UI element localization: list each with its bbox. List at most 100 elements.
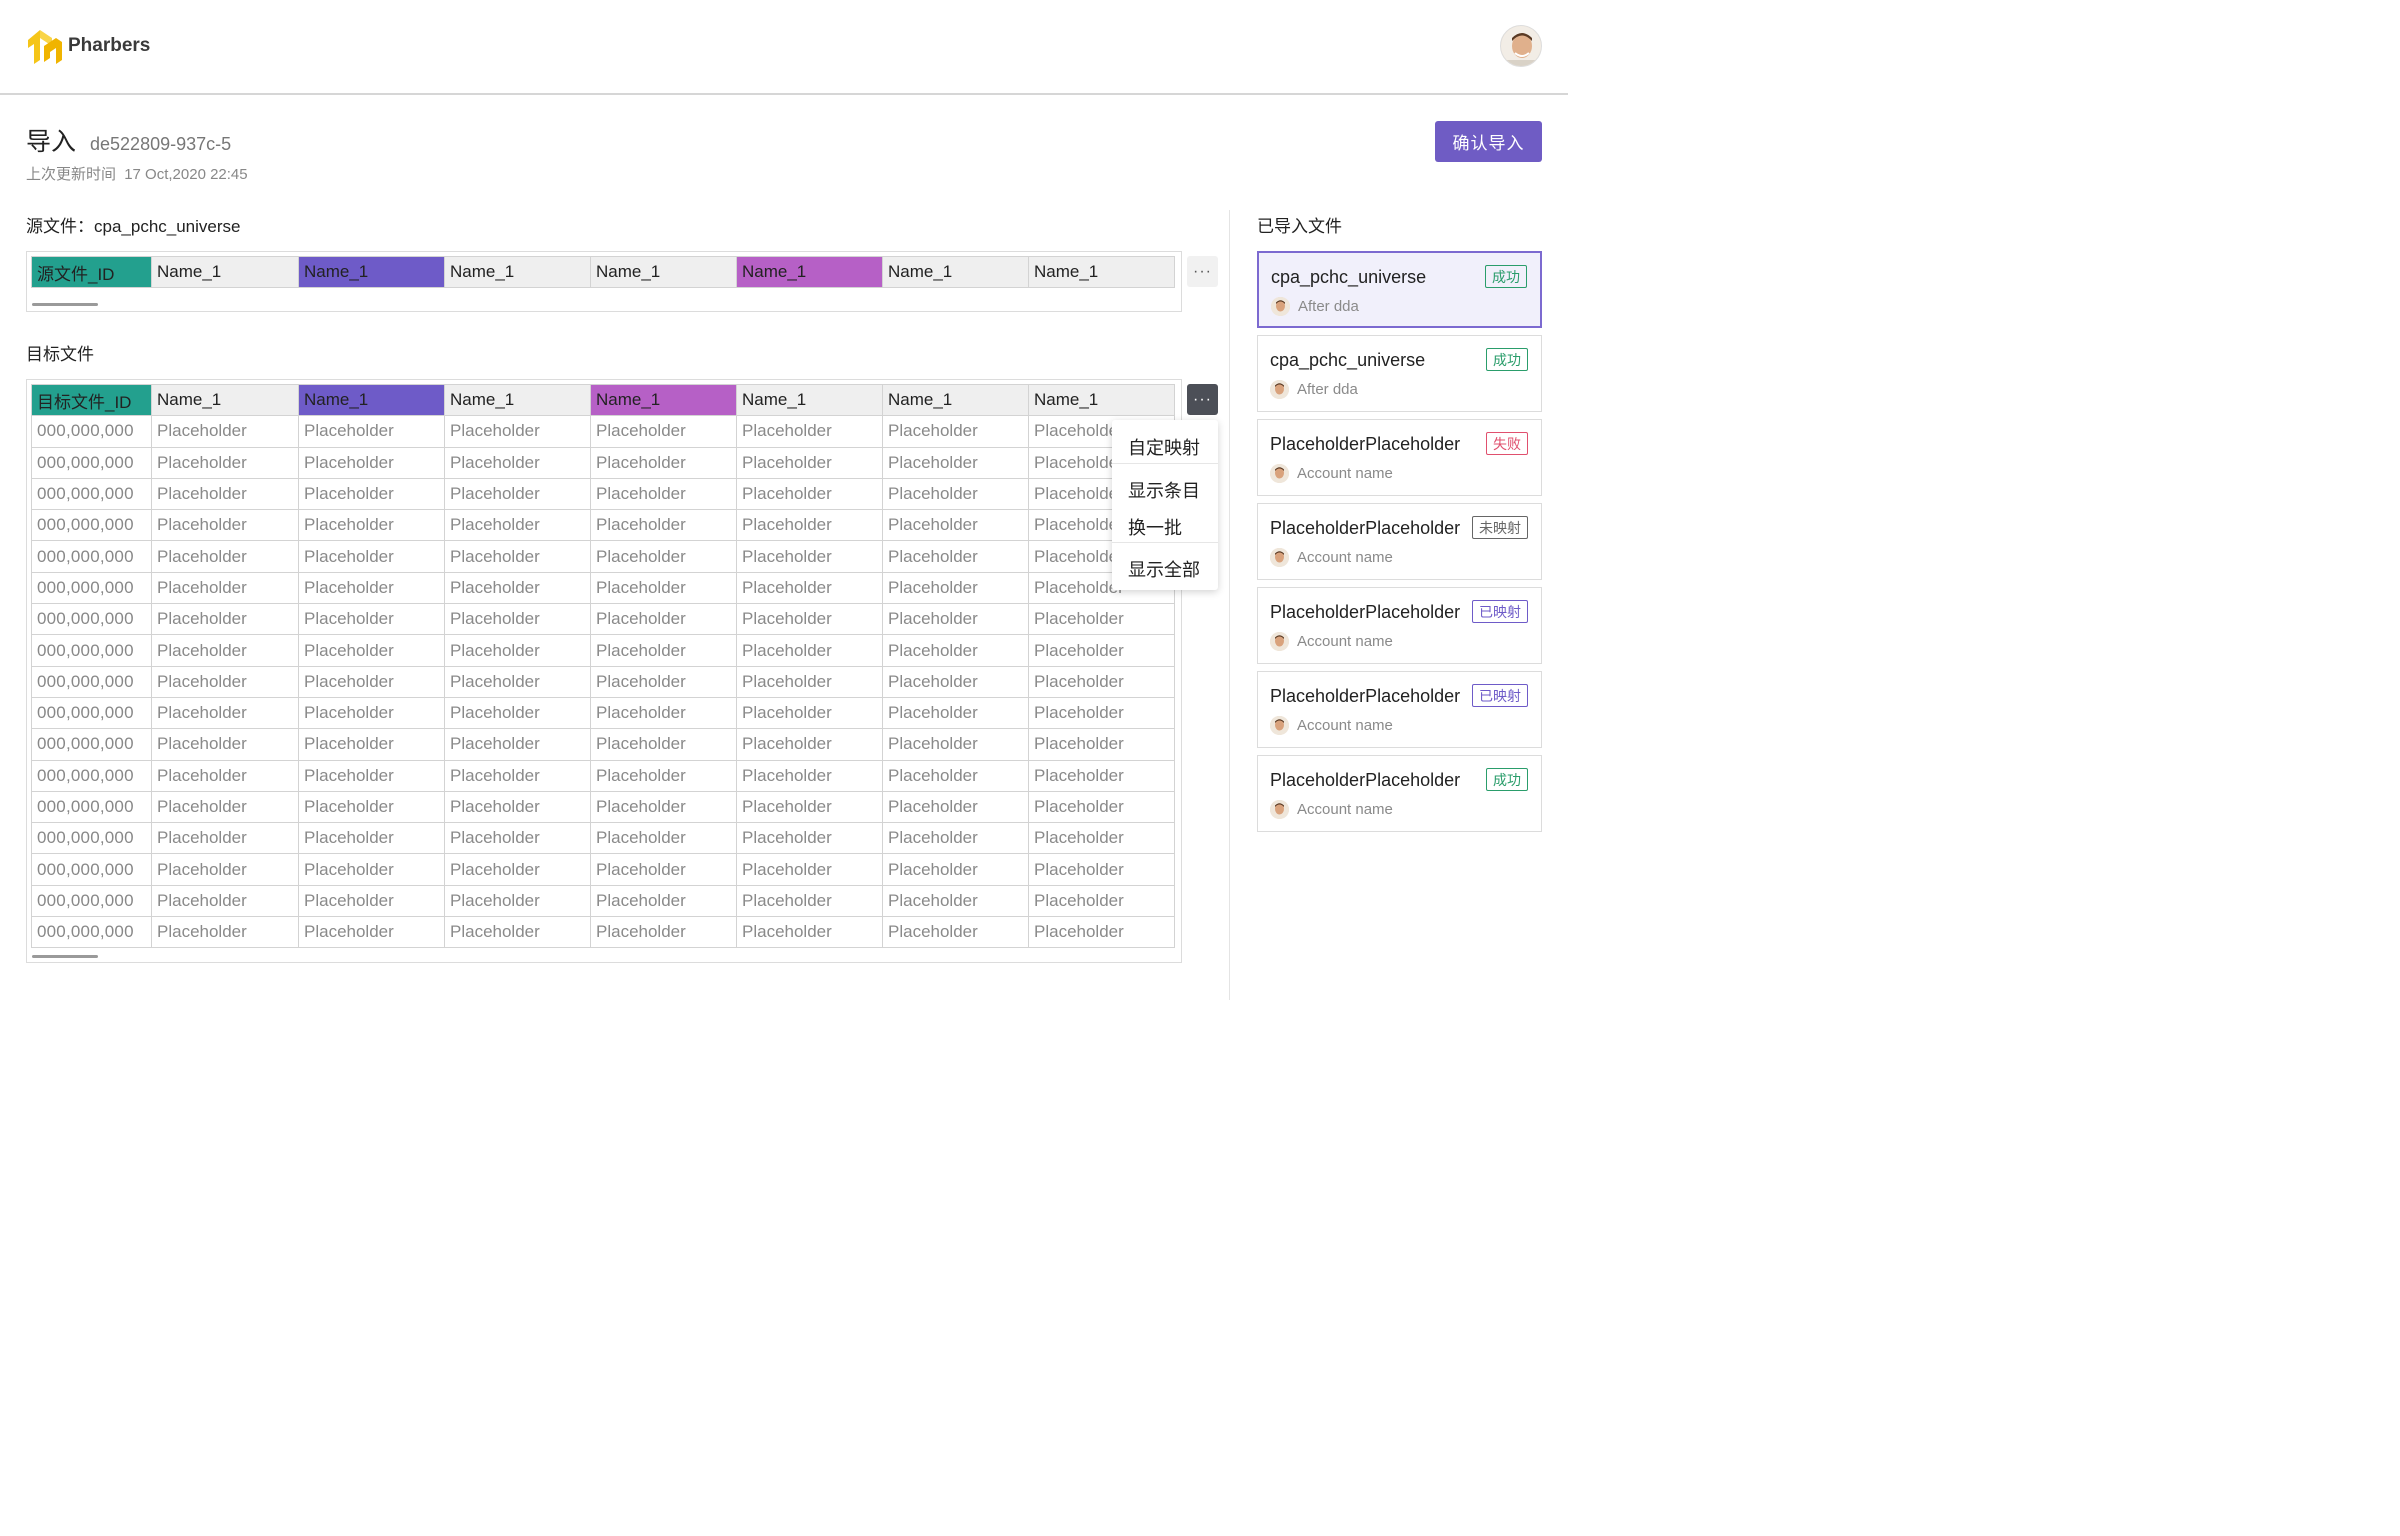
table-row: 000,000,000 Placeholder Placeholder Placeho… xyxy=(31,790,1175,824)
imported-file-card[interactable]: PlaceholderPlaceholder 已映射 Account name xyxy=(1257,671,1542,748)
account-name: Account name xyxy=(1297,633,1393,650)
column-header[interactable]: Name_1 xyxy=(298,255,445,289)
table-cell: Placeholder xyxy=(736,665,883,698)
header-row: 源文件_ID Name_1 Name_1 Name_1 Name_1 Name_1 Name… xyxy=(31,255,1175,289)
table-cell: Placeholder xyxy=(736,853,883,886)
imported-file-card[interactable]: PlaceholderPlaceholder 成功 Account name xyxy=(1257,755,1542,832)
menu-item-refresh-batch[interactable]: 换一批 xyxy=(1128,514,1182,540)
table-cell: Placeholder xyxy=(444,665,591,698)
table-row: 000,000,000 Placeholder Placeholder Placeho… xyxy=(31,665,1175,698)
table-cell: Placeholder xyxy=(298,884,445,918)
target-more-button[interactable]: ··· xyxy=(1187,384,1218,415)
menu-item-show-all[interactable]: 显示全部 xyxy=(1128,556,1200,582)
table-row: 000,000,000 Placeholder Placeholder Placeho… xyxy=(31,477,1175,511)
imported-files-label: 已导入文件 xyxy=(1257,217,1342,236)
column-header[interactable]: Name_1 xyxy=(736,255,883,289)
table-cell: Placeholder xyxy=(298,822,445,855)
target-scrollbar[interactable] xyxy=(32,955,98,958)
table-cell: Placeholder xyxy=(444,571,591,605)
table-cell: Placeholder xyxy=(298,446,445,479)
row-id-cell: 000,000,000 xyxy=(31,665,152,698)
file-name: PlaceholderPlaceholder xyxy=(1270,602,1461,622)
row-id-cell: 000,000,000 xyxy=(31,415,152,448)
row-id-cell: 000,000,000 xyxy=(31,509,152,542)
status-badge: 已映射 xyxy=(1472,600,1528,623)
account-info: Account name xyxy=(1270,548,1393,567)
file-name: cpa_pchc_universe xyxy=(1270,350,1426,370)
source-scrollbar[interactable] xyxy=(32,303,98,306)
table-cell: Placeholder xyxy=(444,884,591,918)
table-cell: Placeholder xyxy=(1028,665,1175,698)
table-cell: Placeholder xyxy=(1028,790,1175,824)
table-cell: Placeholder xyxy=(151,634,299,667)
row-id-cell: 000,000,000 xyxy=(31,477,152,511)
table-cell: Placeholder xyxy=(590,634,737,667)
page-title: 导入 xyxy=(26,128,77,156)
imported-file-card[interactable]: cpa_pchc_universe 成功 After dda xyxy=(1257,335,1542,412)
column-header[interactable]: Name_1 xyxy=(590,255,737,289)
account-info: Account name xyxy=(1270,464,1393,483)
account-face-icon xyxy=(1271,297,1290,316)
account-name: Account name xyxy=(1297,465,1393,482)
table-cell: Placeholder xyxy=(590,728,737,761)
status-badge: 失败 xyxy=(1486,432,1528,455)
imported-file-card[interactable]: PlaceholderPlaceholder 失败 Account name xyxy=(1257,419,1542,496)
logo[interactable]: Pharbers xyxy=(26,26,150,66)
imported-file-card[interactable]: PlaceholderPlaceholder 未映射 Account name xyxy=(1257,503,1542,580)
column-header[interactable]: Name_1 xyxy=(1028,255,1175,289)
column-header[interactable]: Name_1 xyxy=(736,383,883,417)
row-id-cell: 000,000,000 xyxy=(31,446,152,479)
table-cell: Placeholder xyxy=(736,916,883,949)
target-table: 目标文件_ID Name_1 Name_1 Name_1 Name_1 Name_1 Nam… xyxy=(31,383,1175,949)
table-row: 000,000,000 Placeholder Placeholder Placeho… xyxy=(31,415,1175,448)
table-cell: Placeholder xyxy=(298,634,445,667)
user-avatar[interactable] xyxy=(1500,25,1542,67)
table-cell: Placeholder xyxy=(151,477,299,511)
table-cell: Placeholder xyxy=(298,916,445,949)
updated-value: 17 Oct,2020 22:45 xyxy=(124,166,248,183)
table-cell: Placeholder xyxy=(590,477,737,511)
table-cell: Placeholder xyxy=(151,822,299,855)
pharbers-logo-icon xyxy=(28,30,62,64)
table-cell: Placeholder xyxy=(298,853,445,886)
imported-file-card[interactable]: cpa_pchc_universe 成功 After dda xyxy=(1257,251,1542,328)
table-cell: Placeholder xyxy=(151,415,299,448)
account-face-icon xyxy=(1270,380,1289,399)
table-cell: Placeholder xyxy=(151,884,299,918)
status-badge: 未映射 xyxy=(1472,516,1528,539)
column-header[interactable]: Name_1 xyxy=(1028,383,1175,417)
table-cell: Placeholder xyxy=(151,571,299,605)
table-cell: Placeholder xyxy=(151,603,299,636)
table-cell: Placeholder xyxy=(1028,822,1175,855)
table-cell: Placeholder xyxy=(882,884,1029,918)
table-cell: Placeholder xyxy=(736,634,883,667)
source-more-button[interactable]: ··· xyxy=(1187,256,1218,287)
table-cell: Placeholder xyxy=(590,571,737,605)
table-cell: Placeholder xyxy=(444,446,591,479)
column-header[interactable]: Name_1 xyxy=(151,255,299,289)
account-avatar xyxy=(1270,632,1289,651)
column-header[interactable]: 源文件_ID xyxy=(31,255,152,289)
column-header[interactable]: 目标文件_ID xyxy=(31,383,152,417)
menu-item-show-entries[interactable]: 显示条目 xyxy=(1128,477,1200,503)
table-cell: Placeholder xyxy=(736,822,883,855)
table-row: 000,000,000 Placeholder Placeholder Placeho… xyxy=(31,446,1175,479)
account-face-icon xyxy=(1270,716,1289,735)
column-header[interactable]: Name_1 xyxy=(882,255,1029,289)
table-cell: Placeholder xyxy=(590,884,737,918)
column-header[interactable]: Name_1 xyxy=(590,383,737,417)
table-cell: Placeholder xyxy=(882,790,1029,824)
imported-file-card[interactable]: PlaceholderPlaceholder 已映射 Account name xyxy=(1257,587,1542,664)
table-cell: Placeholder xyxy=(1028,759,1175,792)
column-header[interactable]: Name_1 xyxy=(298,383,445,417)
column-header[interactable]: Name_1 xyxy=(444,383,591,417)
row-id-cell: 000,000,000 xyxy=(31,634,152,667)
account-name: After dda xyxy=(1297,381,1358,398)
column-header[interactable]: Name_1 xyxy=(882,383,1029,417)
confirm-import-button[interactable]: 确认导入 xyxy=(1435,121,1542,162)
user-face-icon xyxy=(1501,26,1541,66)
menu-item-custom-mapping[interactable]: 自定映射 xyxy=(1128,434,1200,460)
table-cell: Placeholder xyxy=(590,603,737,636)
column-header[interactable]: Name_1 xyxy=(444,255,591,289)
column-header[interactable]: Name_1 xyxy=(151,383,299,417)
